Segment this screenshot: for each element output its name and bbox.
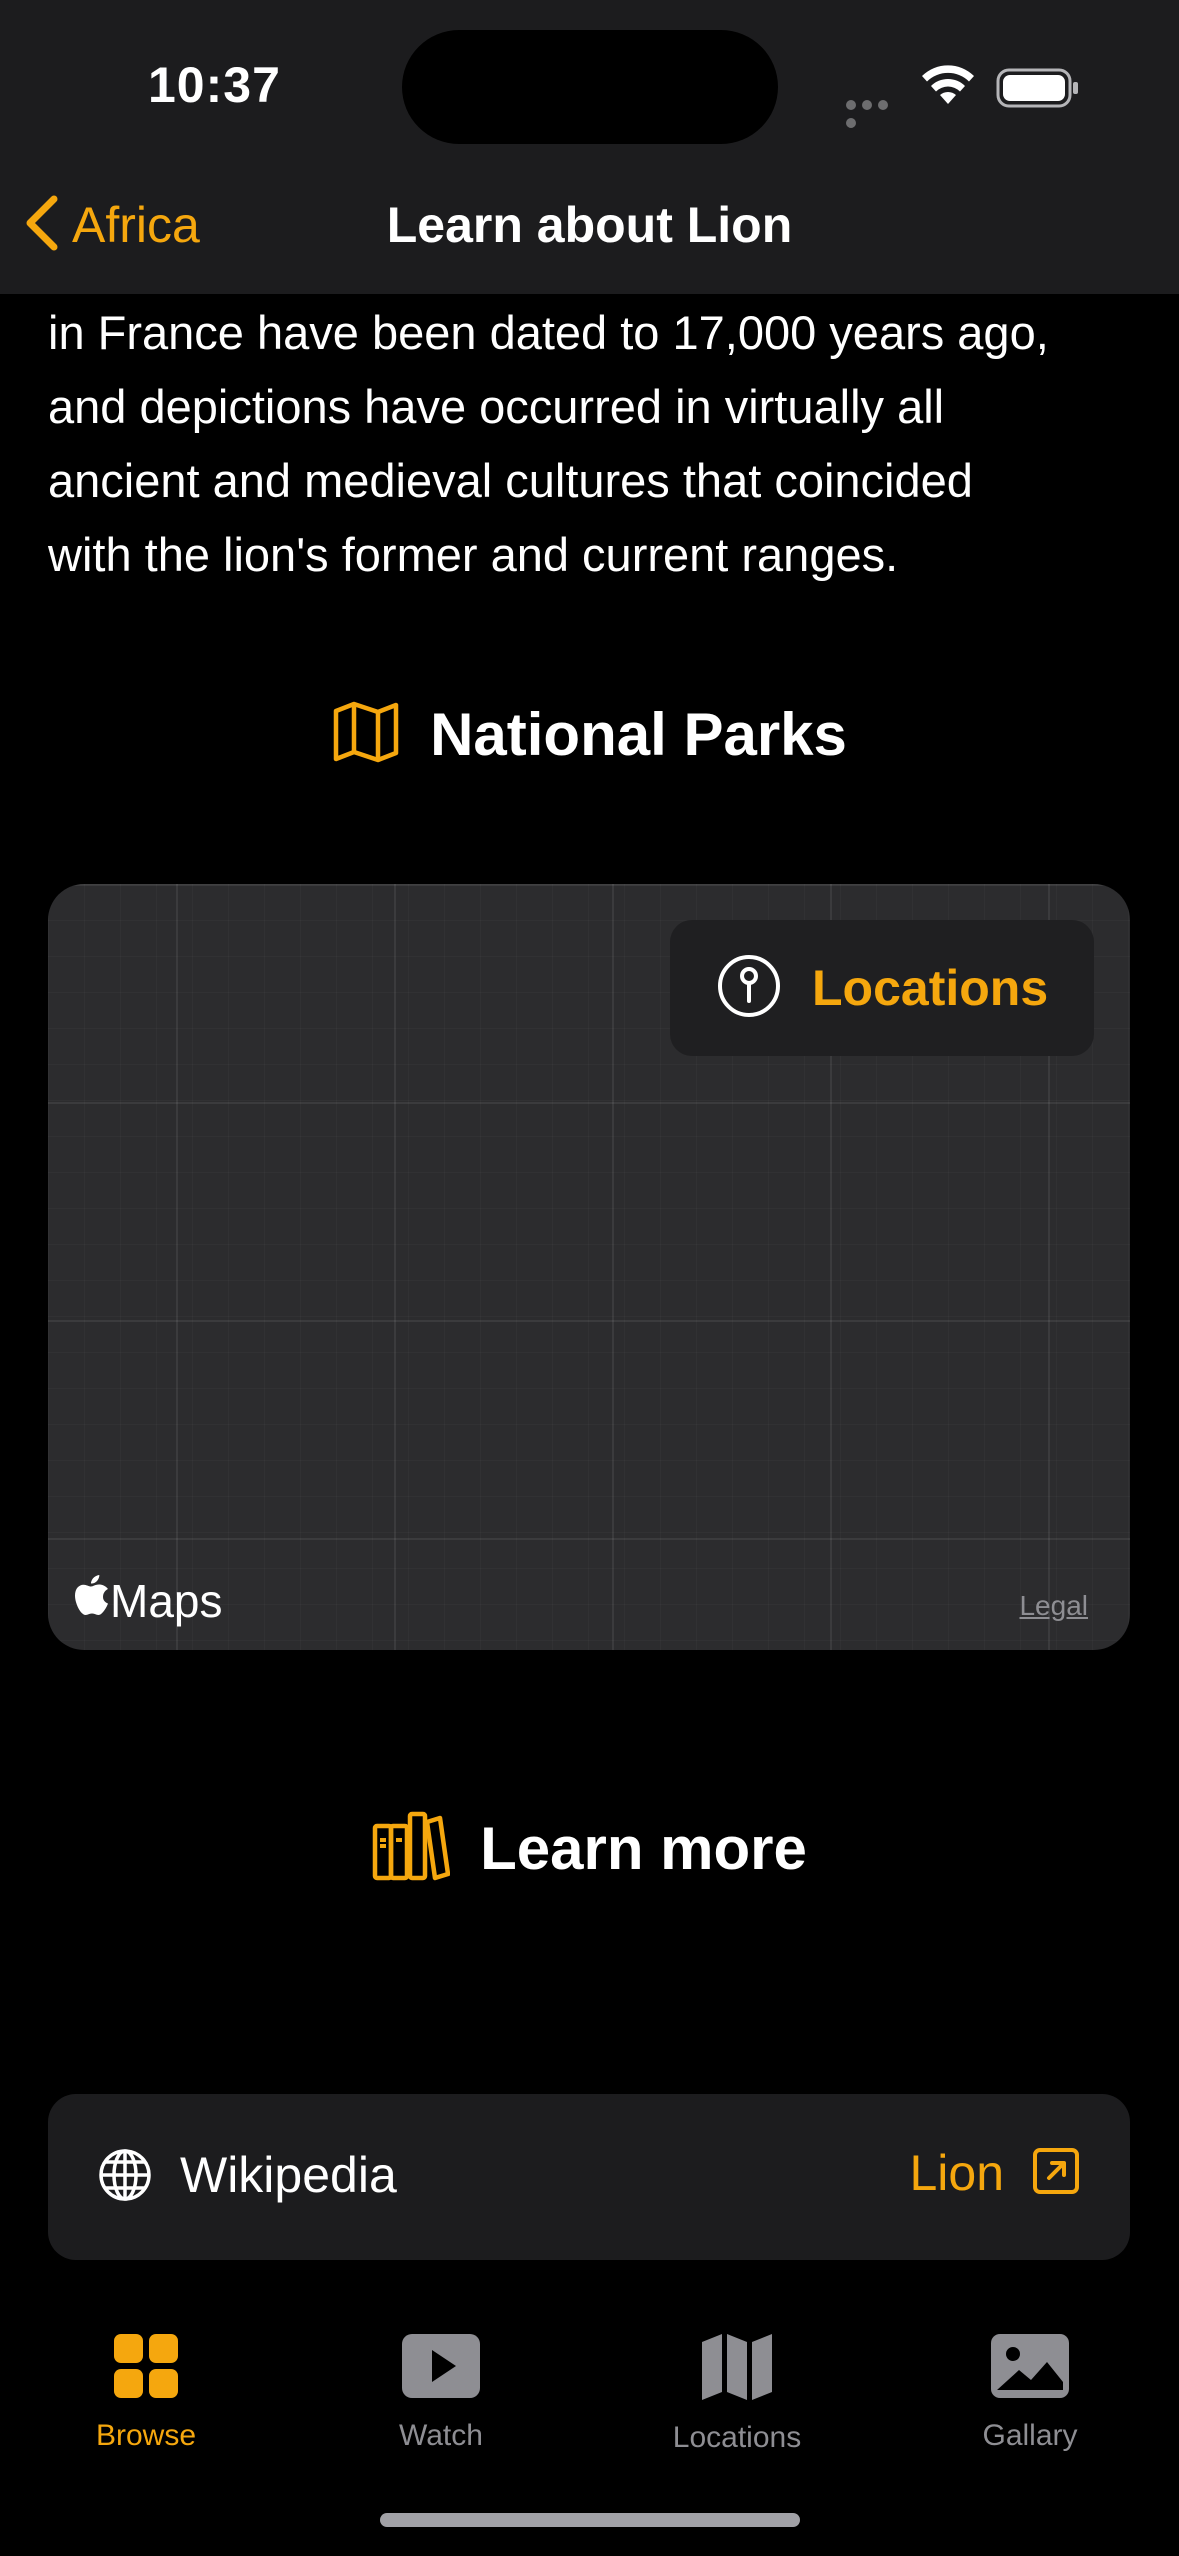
article-text: in France have been dated to 17,000 year… [48,296,1148,592]
tab-label: Watch [399,2419,483,2452]
article-line: ancient and medieval cultures that coinc… [48,454,973,507]
wifi-icon [920,64,976,108]
locations-button[interactable]: Locations [670,920,1094,1056]
tab-gallary[interactable]: Gallary [930,2332,1130,2453]
map-pin-icon [716,953,782,1024]
wikipedia-label: Wikipedia [180,2147,397,2203]
learn-more-title: Learn more [480,1814,807,1882]
map-icon [700,2332,774,2407]
maps-logo-text: Maps [110,1575,223,1627]
grid-icon [112,2332,180,2405]
article-line: in France have been dated to 17,000 year… [48,306,1049,359]
national-parks-title: National Parks [430,700,847,768]
play-icon [400,2332,482,2405]
status-time: 10:37 [148,57,281,113]
national-parks-heading: National Parks [0,694,1179,774]
legal-link[interactable]: Legal [1019,1590,1088,1622]
locations-button-label: Locations [812,960,1049,1016]
tab-browse[interactable]: Browse [46,2332,246,2453]
map-view[interactable]: Locations Maps Legal [48,884,1130,1650]
wikipedia-link-label: Lion [909,2145,1004,2201]
external-link-icon [1032,2147,1080,2200]
apple-logo-icon [74,1574,110,1628]
cellular-signal-icon [846,97,904,128]
dynamic-island [402,30,778,144]
tab-label: Locations [672,2421,802,2454]
books-icon [372,1810,451,1887]
learn-more-heading: Learn more [0,1808,1179,1888]
tab-locations[interactable]: Locations [637,2332,837,2455]
maps-logo: Maps [74,1574,222,1628]
photo-icon [989,2332,1071,2405]
article-line: with the lion's former and current range… [48,528,899,581]
tab-watch[interactable]: Watch [341,2332,541,2453]
wikipedia-lion-link[interactable]: Lion [909,2144,1080,2202]
wikipedia-row[interactable]: Wikipedia Lion [48,2094,1130,2260]
tab-label: Browse [95,2419,197,2452]
tab-label: Gallary [982,2419,1078,2452]
article-line: and depictions have occurred in virtuall… [48,380,945,433]
map-icon [332,701,400,768]
battery-icon [996,68,1080,108]
home-indicator [380,2513,800,2527]
globe-icon [98,2148,152,2207]
page-title: Learn about Lion [386,197,793,253]
